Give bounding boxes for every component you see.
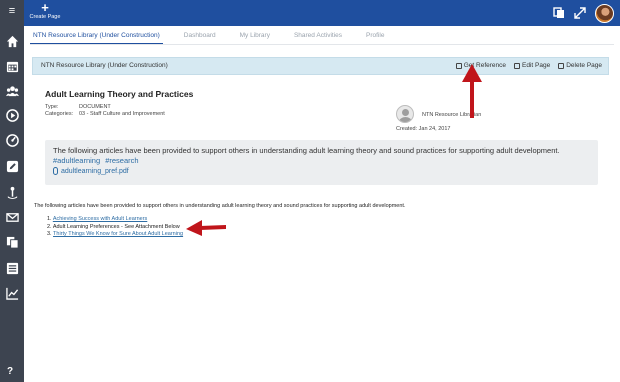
tab-profile[interactable]: Profile xyxy=(363,30,387,44)
calendar-icon[interactable] xyxy=(0,57,24,75)
trash-icon xyxy=(558,63,565,69)
edit-page-button[interactable]: Edit Page xyxy=(514,61,550,71)
sidebar: ≡ ? xyxy=(0,0,24,382)
categories-value: 03 - Staff Culture and Improvement xyxy=(79,111,165,117)
home-icon[interactable] xyxy=(0,32,24,50)
gauge-icon[interactable] xyxy=(0,131,24,149)
type-value: DOCUMENT xyxy=(79,104,111,110)
edit-icon[interactable] xyxy=(0,157,24,175)
arrow-up-annotation xyxy=(462,64,482,118)
list-number: 2. xyxy=(47,223,52,230)
tab-shared-activities[interactable]: Shared Activities xyxy=(291,30,345,44)
user-avatar[interactable] xyxy=(595,3,614,23)
tab-my-library[interactable]: My Library xyxy=(237,30,273,44)
article-link[interactable]: Thirty Things We Know for Sure About Adu… xyxy=(53,231,183,237)
tab-bar: NTN Resource Library (Under Construction… xyxy=(30,30,405,44)
menu-icon[interactable]: ≡ xyxy=(0,5,24,17)
tab-ntn-resource-library[interactable]: NTN Resource Library (Under Construction… xyxy=(30,30,163,44)
create-page-button[interactable]: + Create Page xyxy=(27,0,63,21)
description-text: The following articles have been provide… xyxy=(53,146,560,155)
page-header-bar: NTN Resource Library (Under Construction… xyxy=(32,57,609,75)
expand-icon[interactable] xyxy=(574,7,586,19)
mail-icon[interactable] xyxy=(0,208,24,226)
copy-icon[interactable] xyxy=(0,233,24,251)
library-title: NTN Resource Library (Under Construction… xyxy=(41,62,168,69)
delete-page-button[interactable]: Delete Page xyxy=(558,61,602,71)
tab-dashboard[interactable]: Dashboard xyxy=(181,30,219,44)
list-number: 3. xyxy=(47,231,52,237)
tag-research[interactable]: #research xyxy=(105,156,138,165)
create-page-label: Create Page xyxy=(29,14,61,20)
top-icons xyxy=(553,3,614,23)
body-intro: The following articles have been provide… xyxy=(34,203,406,209)
copy-pages-icon[interactable] xyxy=(553,7,565,19)
list-item: 2. Adult Learning Preferences - See Atta… xyxy=(47,224,183,232)
created-value: Jan 24, 2017 xyxy=(418,126,451,132)
type-label: Type: xyxy=(45,104,59,110)
tag-adultlearning[interactable]: #adultlearning xyxy=(53,156,100,165)
article-text: Adult Learning Preferences - See Attachm… xyxy=(52,223,180,230)
delete-page-label: Delete Page xyxy=(566,62,602,69)
list-number: 1. xyxy=(47,216,52,222)
arrow-left-annotation xyxy=(186,220,226,236)
list-icon[interactable] xyxy=(0,259,24,277)
page-title: Adult Learning Theory and Practices xyxy=(45,89,194,99)
attachment-link[interactable]: adultlearning_pref.pdf xyxy=(53,167,129,175)
chart-icon[interactable] xyxy=(0,284,24,302)
help-icon[interactable]: ? xyxy=(7,366,13,377)
description-box: The following articles have been provide… xyxy=(45,140,598,185)
list-item: 3. Thirty Things We Know for Sure About … xyxy=(47,231,183,239)
created-date: Created: Jan 24, 2017 xyxy=(396,126,450,132)
top-bar: + Create Page xyxy=(0,0,620,26)
attachment-name: adultlearning_pref.pdf xyxy=(61,167,129,175)
play-icon[interactable] xyxy=(0,106,24,124)
people-icon[interactable] xyxy=(0,82,24,100)
resource-meta: Type: DOCUMENT Categories: 03 - Staff Cu… xyxy=(45,104,165,118)
edit-icon xyxy=(514,63,521,69)
anchor-icon[interactable] xyxy=(0,183,24,201)
article-list: 1. Achieving Success with Adult Learners… xyxy=(47,216,183,239)
article-link[interactable]: Achieving Success with Adult Learners xyxy=(53,216,147,222)
list-item: 1. Achieving Success with Adult Learners xyxy=(47,216,183,224)
tag-list: #adultlearning #research xyxy=(53,156,142,165)
plus-icon: + xyxy=(41,0,49,15)
created-label: Created: xyxy=(396,126,418,132)
categories-label: Categories: xyxy=(45,111,74,117)
paperclip-icon xyxy=(53,167,58,175)
edit-page-label: Edit Page xyxy=(522,62,551,69)
author-avatar xyxy=(396,105,414,123)
tab-divider xyxy=(30,44,614,45)
